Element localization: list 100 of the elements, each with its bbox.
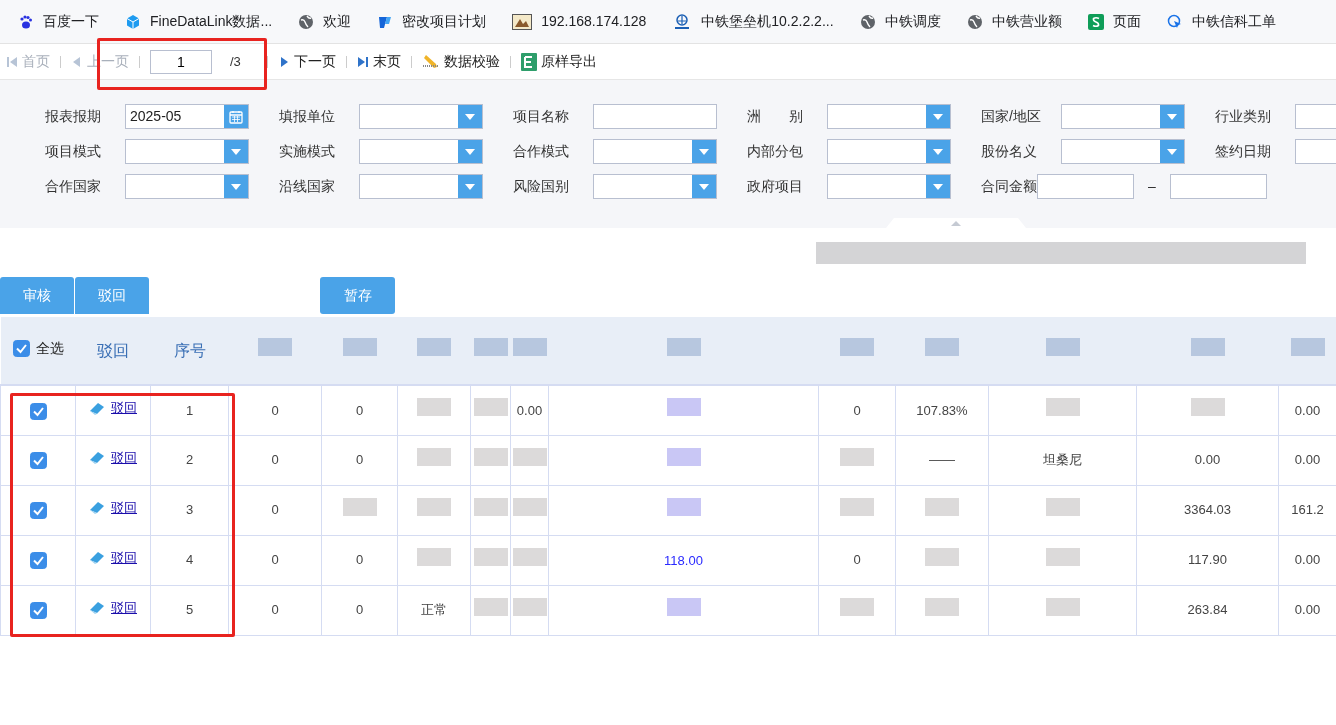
checkbox[interactable] <box>12 339 30 357</box>
filter-label: 股份名义 <box>981 142 1038 161</box>
bookmark-link[interactable]: 密改项目计划 <box>377 11 487 32</box>
table-cell: 0.00 <box>1136 435 1279 485</box>
table-cell: 0 <box>321 585 398 635</box>
dropdown-field[interactable] <box>1061 139 1185 164</box>
bookmark-link[interactable]: 百度一下 <box>18 11 99 32</box>
blurred-region <box>1045 597 1080 616</box>
blurred-region <box>925 338 959 356</box>
date-field[interactable]: 2025-05 <box>125 104 249 129</box>
dropdown-field[interactable] <box>359 174 483 199</box>
dropdown-field[interactable] <box>359 139 483 164</box>
blurred-region <box>1190 397 1225 416</box>
bookmark-link[interactable]: 192.168.174.128 <box>512 11 647 32</box>
globe-icon <box>298 13 315 30</box>
filter-label: 合作模式 <box>513 142 570 161</box>
blurred-region <box>473 597 508 616</box>
dropdown-button[interactable] <box>1160 105 1184 128</box>
calendar-icon[interactable] <box>224 105 248 128</box>
table-cell: 0 <box>818 535 896 585</box>
dropdown-field[interactable] <box>827 139 951 164</box>
blurred-region <box>840 447 874 466</box>
blurred-region <box>417 447 451 466</box>
blurred-region <box>666 338 701 356</box>
caret-icon <box>465 183 475 190</box>
bookmark-link[interactable]: FineDataLink数据... <box>125 11 273 32</box>
filter-label: 国家/地区 <box>981 107 1042 126</box>
blurred-region <box>840 597 874 616</box>
filter-label: 合同金额 <box>981 177 1037 196</box>
blurred-region <box>473 497 508 516</box>
dropdown-field[interactable] <box>827 174 951 199</box>
dropdown-button[interactable] <box>458 140 482 163</box>
blurred-region <box>512 597 547 616</box>
bookmark-link[interactable]: 中铁堡垒机10.2.2.2... <box>672 11 834 32</box>
dropdown-field[interactable] <box>125 139 249 164</box>
filter-label: 报表报期 <box>45 107 102 126</box>
dropdown-field[interactable] <box>593 174 717 199</box>
dropdown-button[interactable] <box>458 105 482 128</box>
checkbox[interactable] <box>29 402 47 420</box>
checkbox[interactable] <box>29 602 47 620</box>
blurred-region <box>840 497 874 516</box>
dropdown-field[interactable] <box>593 139 717 164</box>
checkbox[interactable] <box>29 552 47 570</box>
bookmark-link[interactable]: 中铁信科工单 <box>1166 11 1276 32</box>
blurred-region <box>1045 397 1080 416</box>
bookmark-link[interactable]: 中铁营业额 <box>966 11 1062 32</box>
checkbox[interactable] <box>29 452 47 470</box>
caret-icon <box>231 183 241 190</box>
blurred-region <box>1290 338 1325 356</box>
caret-icon <box>465 113 475 120</box>
table-cell: 0 <box>228 485 322 535</box>
bookmark-link[interactable]: 页面 <box>1087 11 1141 32</box>
bookmark-link[interactable]: 欢迎 <box>298 11 352 32</box>
dropdown-button[interactable] <box>692 175 716 198</box>
spreadsheet-icon <box>1087 13 1104 30</box>
dropdown-button[interactable] <box>1160 140 1184 163</box>
toolbar-button[interactable]: 原样导出 <box>516 51 601 72</box>
filter-label: 政府项目 <box>747 177 804 196</box>
dropdown-field[interactable] <box>125 174 249 199</box>
blurred-region <box>666 497 701 516</box>
page-input[interactable]: 1 <box>150 49 212 74</box>
last-page-icon <box>356 55 369 68</box>
dropdown-button[interactable] <box>692 140 716 163</box>
table-cell: —— <box>895 435 989 485</box>
caret-icon <box>933 148 943 155</box>
blurred-region <box>512 497 547 516</box>
blurred-region <box>258 338 292 356</box>
dropdown-field[interactable] <box>1061 104 1185 129</box>
table-cell: 0 <box>228 535 322 585</box>
eraser-icon <box>89 599 107 616</box>
cube-icon <box>125 13 141 30</box>
dropdown-button[interactable] <box>224 140 248 163</box>
blurred-region <box>666 597 701 616</box>
table-cell: 0 <box>818 385 896 435</box>
dropdown-field[interactable] <box>827 104 951 129</box>
dropdown-button[interactable] <box>224 175 248 198</box>
dropdown-button[interactable] <box>926 105 950 128</box>
input-field[interactable] <box>1170 174 1267 199</box>
table-cell: 107.83% <box>895 385 989 435</box>
blurred-region <box>342 338 377 356</box>
dropdown-field[interactable] <box>359 104 483 129</box>
toolbar-button[interactable]: 末页 <box>352 51 405 72</box>
table-link[interactable]: 118.00 <box>664 553 703 568</box>
input-field[interactable] <box>593 104 717 129</box>
input-field[interactable] <box>1037 174 1134 199</box>
dropdown-button[interactable] <box>926 140 950 163</box>
blurred-region <box>512 447 547 466</box>
caret-icon <box>933 113 943 120</box>
dropdown-button[interactable] <box>926 175 950 198</box>
blurred-region <box>417 497 451 516</box>
checkbox[interactable] <box>29 502 47 520</box>
blurred-region <box>512 338 547 356</box>
bookmark-link[interactable]: 中铁调度 <box>859 11 941 32</box>
toolbar-button[interactable]: 数据校验 <box>417 51 504 72</box>
previous-page-icon <box>71 55 83 68</box>
toolbar-button[interactable]: 下一页 <box>273 51 340 72</box>
image-icon <box>512 13 533 30</box>
filter-label: 内部分包 <box>747 142 804 161</box>
dropdown-button[interactable] <box>458 175 482 198</box>
first-page-icon <box>6 55 18 68</box>
